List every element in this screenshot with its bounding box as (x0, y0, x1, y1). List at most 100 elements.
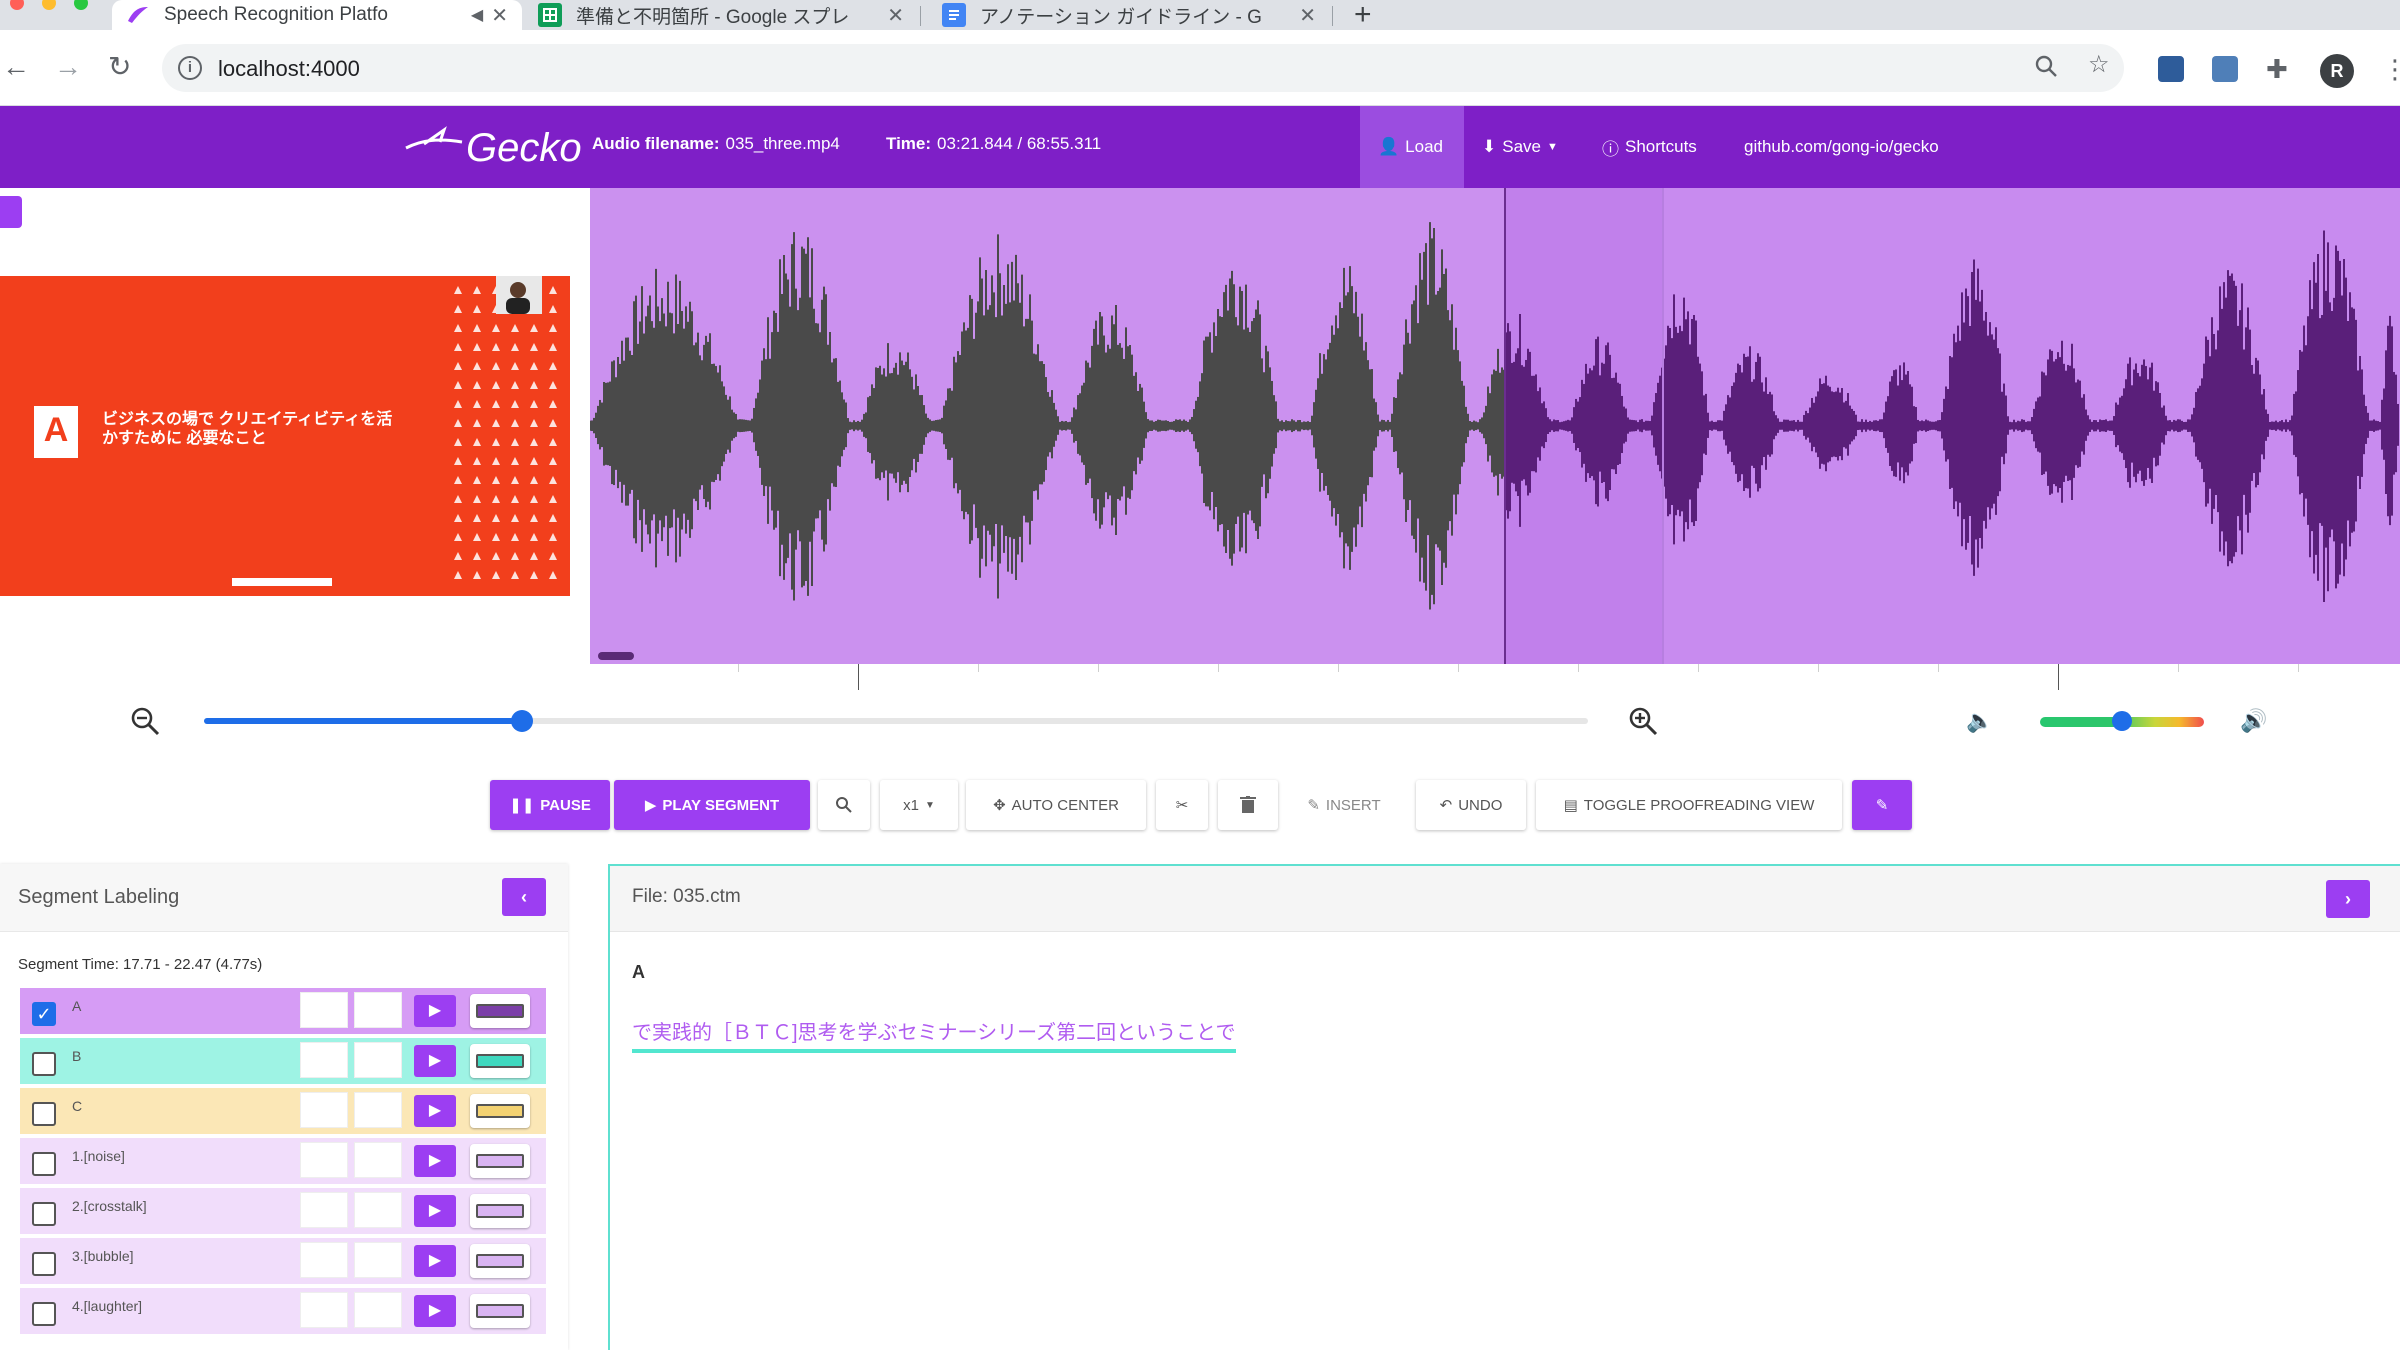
collapse-right-button[interactable]: › (2326, 880, 2370, 918)
label-end-input[interactable] (354, 1192, 402, 1228)
label-start-input[interactable] (300, 1092, 348, 1128)
collapse-left-button[interactable]: ‹ (502, 878, 546, 916)
shortcuts-button[interactable]: ⓘ Shortcuts (1584, 106, 1715, 188)
minimize-window-icon[interactable] (42, 0, 56, 10)
color-swatch[interactable] (470, 994, 530, 1028)
toggle-proofreading-button[interactable]: ▤ TOGGLE PROOFREADING VIEW (1536, 780, 1842, 830)
label-row[interactable]: 1.[noise] ▶ (20, 1138, 546, 1184)
volume-slider[interactable] (2040, 711, 2204, 731)
zoom-out-icon[interactable] (130, 706, 160, 736)
label-start-input[interactable] (300, 1042, 348, 1078)
color-swatch[interactable] (470, 1094, 530, 1128)
label-checkbox[interactable] (32, 1202, 56, 1226)
label-name: A (72, 998, 82, 1014)
play-label-button[interactable]: ▶ (414, 1195, 456, 1227)
edit-button[interactable]: ✎ (1852, 780, 1912, 830)
waveform-view[interactable] (590, 188, 2400, 664)
extension-screenshot-icon[interactable] (2212, 56, 2238, 82)
close-tab-icon[interactable]: ✕ (887, 3, 904, 28)
play-label-button[interactable]: ▶ (414, 1295, 456, 1327)
color-swatch[interactable] (470, 1144, 530, 1178)
volume-down-icon[interactable]: 🔈 (1966, 708, 1993, 734)
bookmark-star-icon[interactable]: ☆ (2088, 50, 2110, 79)
label-checkbox[interactable] (32, 1052, 56, 1076)
play-segment-button[interactable]: ▶ PLAY SEGMENT (614, 780, 810, 830)
label-checkbox[interactable]: ✓ (32, 1002, 56, 1026)
label-end-input[interactable] (354, 992, 402, 1028)
play-label-button[interactable]: ▶ (414, 995, 456, 1027)
close-window-icon[interactable] (10, 0, 24, 10)
zoom-page-icon[interactable] (2034, 54, 2058, 85)
speaker-icon[interactable]: ◀ (471, 5, 483, 25)
sidebar-toggle-button[interactable] (0, 196, 22, 228)
label-end-input[interactable] (354, 1242, 402, 1278)
label-start-input[interactable] (300, 1292, 348, 1328)
search-button[interactable] (818, 780, 870, 830)
label-row[interactable]: 3.[bubble] ▶ (20, 1238, 546, 1284)
color-swatch[interactable] (470, 1244, 530, 1278)
play-label-button[interactable]: ▶ (414, 1245, 456, 1277)
label-row[interactable]: 4.[laughter] ▶ (20, 1288, 546, 1334)
delete-button[interactable] (1218, 780, 1278, 830)
github-link[interactable]: github.com/gong-io/gecko (1726, 106, 1957, 188)
browser-tab-sheets[interactable]: 準備と不明箇所 - Google スプレ ✕ (524, 0, 918, 30)
gecko-logo-icon (405, 126, 463, 150)
video-progress-bar[interactable] (232, 578, 332, 586)
waveform-scroll-handle[interactable] (598, 652, 634, 660)
reload-icon[interactable]: ↻ (108, 52, 131, 82)
undo-button[interactable]: ↶ UNDO (1416, 780, 1526, 830)
speed-dropdown[interactable]: x1 ▼ (880, 780, 958, 830)
label-start-input[interactable] (300, 1142, 348, 1178)
play-label-button[interactable]: ▶ (414, 1095, 456, 1127)
label-end-input[interactable] (354, 1092, 402, 1128)
close-tab-icon[interactable]: ✕ (491, 3, 508, 28)
browser-tab-gecko[interactable]: Speech Recognition Platfo ◀ ✕ (112, 0, 522, 30)
label-start-input[interactable] (300, 1242, 348, 1278)
label-checkbox[interactable] (32, 1252, 56, 1276)
maximize-window-icon[interactable] (74, 0, 88, 10)
label-end-input[interactable] (354, 1142, 402, 1178)
zoom-slider[interactable] (204, 710, 1588, 732)
label-start-input[interactable] (300, 1192, 348, 1228)
back-icon[interactable]: ← (2, 52, 30, 82)
transcript-text[interactable]: で実践的［ＢＴＣ]思考を学ぶセミナーシリーズ第二回ということで (632, 1016, 1236, 1053)
pause-button[interactable]: ❚❚ PAUSE (490, 780, 610, 830)
profile-avatar[interactable]: R (2320, 54, 2354, 88)
forward-icon[interactable]: → (54, 52, 82, 82)
color-swatch[interactable] (470, 1294, 530, 1328)
address-bar[interactable]: i localhost:4000 ☆ (162, 44, 2124, 92)
segment-boundary[interactable] (1662, 188, 1664, 664)
video-player[interactable]: A ビジネスの場で クリエイティビティを活かすために 必要なこと (0, 276, 570, 596)
volume-slider-knob[interactable] (2112, 711, 2132, 731)
extensions-puzzle-icon[interactable]: ✚ (2266, 56, 2292, 82)
insert-button[interactable]: ✎ INSERT (1294, 780, 1394, 830)
site-info-icon[interactable]: i (178, 56, 202, 80)
zoom-slider-knob[interactable] (511, 710, 534, 732)
play-label-button[interactable]: ▶ (414, 1145, 456, 1177)
label-row[interactable]: 2.[crosstalk] ▶ (20, 1188, 546, 1234)
new-tab-icon[interactable]: + (1354, 0, 1372, 30)
volume-up-icon[interactable]: 🔊 (2240, 708, 2267, 734)
label-end-input[interactable] (354, 1292, 402, 1328)
label-row[interactable]: ✓ A ▶ (20, 988, 546, 1034)
save-button[interactable]: ⬇ Save ▼ (1464, 106, 1576, 188)
close-tab-icon[interactable]: ✕ (1299, 3, 1316, 28)
label-row[interactable]: C ▶ (20, 1088, 546, 1134)
play-label-button[interactable]: ▶ (414, 1045, 456, 1077)
extension-translate-icon[interactable] (2158, 56, 2184, 82)
label-end-input[interactable] (354, 1042, 402, 1078)
color-swatch[interactable] (470, 1044, 530, 1078)
label-start-input[interactable] (300, 992, 348, 1028)
playhead-cursor[interactable] (1504, 188, 1506, 664)
browser-tab-docs[interactable]: アノテーション ガイドライン - G ✕ (928, 0, 1330, 30)
split-button[interactable]: ✂ (1156, 780, 1208, 830)
label-checkbox[interactable] (32, 1152, 56, 1176)
label-checkbox[interactable] (32, 1302, 56, 1326)
label-row[interactable]: B ▶ (20, 1038, 546, 1084)
browser-menu-icon[interactable]: ⋮ (2382, 54, 2400, 85)
label-checkbox[interactable] (32, 1102, 56, 1126)
color-swatch[interactable] (470, 1194, 530, 1228)
auto-center-button[interactable]: ✥ AUTO CENTER (966, 780, 1146, 830)
load-button[interactable]: 👤 Load (1360, 106, 1464, 188)
zoom-in-icon[interactable] (1628, 706, 1658, 736)
